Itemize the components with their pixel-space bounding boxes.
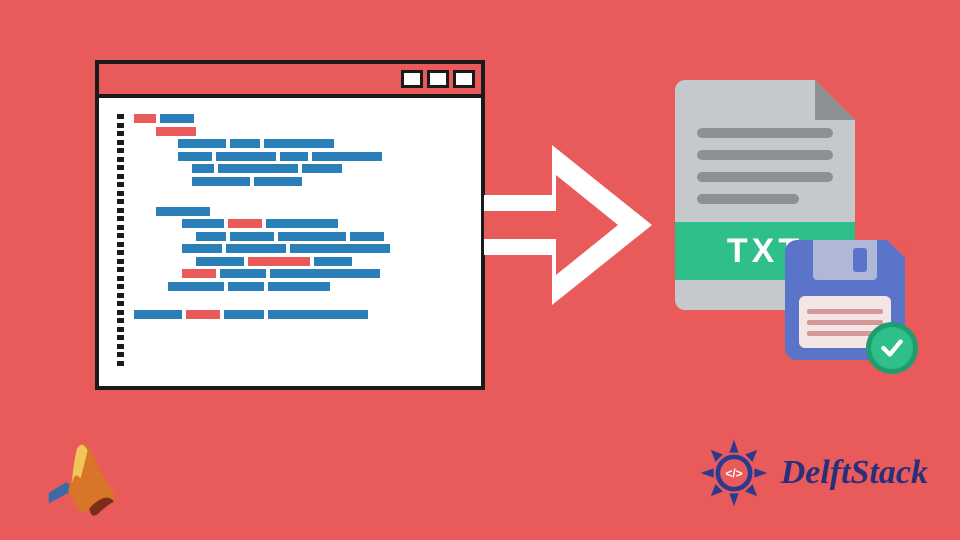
window-button-icon [401, 70, 423, 88]
code-body [99, 98, 481, 378]
svg-text:</>: </> [725, 467, 742, 481]
arrow-icon [484, 145, 664, 305]
window-titlebar [99, 64, 481, 98]
window-button-icon [453, 70, 475, 88]
line-gutter [117, 114, 124, 366]
brand-name: DelftStack [781, 454, 928, 492]
delftstack-brand: </> DelftStack [697, 436, 928, 510]
success-check-icon [866, 322, 918, 374]
delftstack-logo-icon: </> [697, 436, 771, 510]
matlab-logo-icon [40, 440, 128, 520]
window-button-icon [427, 70, 449, 88]
code-window [95, 60, 485, 390]
code-lines [134, 114, 463, 366]
